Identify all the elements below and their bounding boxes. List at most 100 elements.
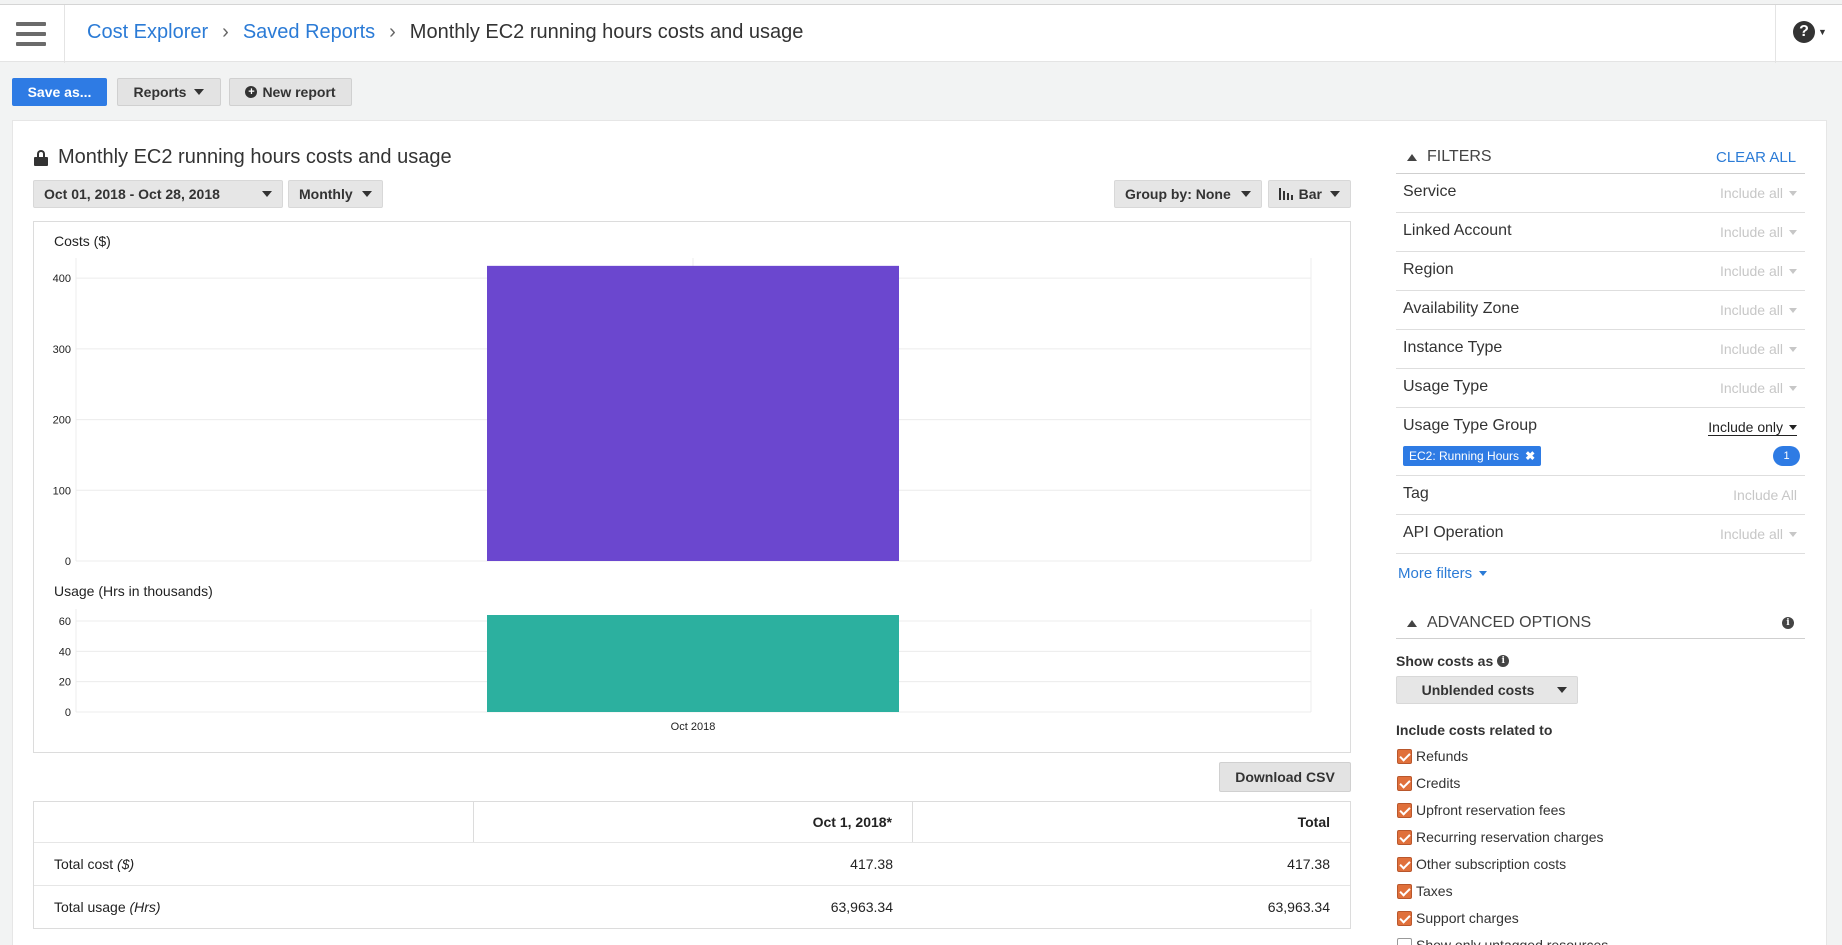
row-period-value: 63,963.34 xyxy=(830,899,893,915)
breadcrumb: Cost Explorer › Saved Reports › Monthly … xyxy=(87,21,803,44)
checkbox-credits[interactable]: Credits xyxy=(1397,774,1460,792)
checkbox[interactable] xyxy=(1397,775,1412,791)
filter-value-dropdown[interactable]: Include all xyxy=(1720,341,1797,357)
checkbox-untagged-only[interactable]: Show only untagged resources xyxy=(1397,936,1608,945)
caret-down-icon xyxy=(1241,191,1251,197)
filter-value-static[interactable]: Include All xyxy=(1733,487,1797,503)
breadcrumb-saved-reports[interactable]: Saved Reports xyxy=(243,21,375,44)
report-title-text: Monthly EC2 running hours costs and usag… xyxy=(58,146,452,168)
chevron-right-icon: › xyxy=(222,21,229,43)
row-unit: ($) xyxy=(117,856,135,872)
filter-value-dropdown[interactable]: Include all xyxy=(1720,302,1797,318)
filter-value-dropdown[interactable]: Include all xyxy=(1720,224,1797,240)
table-row: Total cost ($) 417.38 417.38 xyxy=(34,843,1350,886)
reports-label: Reports xyxy=(133,84,187,100)
filter-row-region[interactable]: Region Include all xyxy=(1396,252,1805,291)
new-report-label: New report xyxy=(262,84,336,100)
more-filters-label: More filters xyxy=(1398,565,1473,582)
caret-down-icon xyxy=(262,191,272,197)
help-menu[interactable]: ? ▼ xyxy=(1793,21,1827,43)
clear-all-link[interactable]: CLEAR ALL xyxy=(1716,149,1796,166)
info-icon[interactable]: i xyxy=(1782,617,1794,629)
group-by-dropdown[interactable]: Group by: None xyxy=(1114,180,1262,208)
checkbox-support-charges[interactable]: Support charges xyxy=(1397,909,1519,927)
download-csv-button[interactable]: Download CSV xyxy=(1219,762,1351,792)
checkbox-refunds[interactable]: Refunds xyxy=(1397,747,1468,765)
save-as-label: Save as... xyxy=(27,84,92,100)
filter-chip[interactable]: EC2: Running Hours ✖ xyxy=(1403,446,1542,466)
new-report-button[interactable]: + New report xyxy=(229,78,352,106)
y-tick-label: 100 xyxy=(53,485,71,497)
checkbox-recurring-charges[interactable]: Recurring reservation charges xyxy=(1397,828,1604,846)
show-costs-as-label: Show costs as i xyxy=(1396,653,1510,669)
filter-row-tag[interactable]: Tag Include All xyxy=(1396,476,1805,515)
y-tick-label: 20 xyxy=(59,677,71,689)
filter-value-dropdown[interactable]: Include only xyxy=(1708,419,1797,436)
filter-value: Include all xyxy=(1719,185,1783,201)
filter-row-usage-type[interactable]: Usage Type Include all xyxy=(1396,369,1805,408)
filter-value: Include all xyxy=(1719,341,1783,357)
filter-value: Include all xyxy=(1719,302,1783,318)
filter-value-dropdown[interactable]: Include all xyxy=(1720,526,1797,542)
filter-row-linked-account[interactable]: Linked Account Include all xyxy=(1396,213,1805,252)
checkbox-label: Credits xyxy=(1416,775,1461,791)
filter-value-dropdown[interactable]: Include all xyxy=(1720,185,1797,201)
checkbox[interactable] xyxy=(1397,748,1412,764)
chart-style-dropdown[interactable]: Bar xyxy=(1268,180,1351,208)
row-label-text: Total usage xyxy=(54,899,126,915)
checkbox-taxes[interactable]: Taxes xyxy=(1397,882,1453,900)
hamburger-menu-icon[interactable] xyxy=(16,22,46,46)
checkbox[interactable] xyxy=(1397,937,1412,945)
date-range-label: Oct 01, 2018 - Oct 28, 2018 xyxy=(44,186,220,202)
row-total-value: 417.38 xyxy=(1287,856,1330,872)
filter-value: Include all xyxy=(1719,526,1783,542)
breadcrumb-cost-explorer[interactable]: Cost Explorer xyxy=(87,21,208,44)
checkbox-label: Recurring reservation charges xyxy=(1416,829,1604,845)
chart-style-label: Bar xyxy=(1298,186,1322,202)
info-icon[interactable]: i xyxy=(1497,655,1510,667)
caret-down-icon xyxy=(1789,531,1797,537)
y-tick-label: 60 xyxy=(59,616,71,628)
filters-toggle[interactable]: FILTERS xyxy=(1407,148,1492,166)
caret-down-icon xyxy=(1789,346,1797,352)
advanced-options-toggle[interactable]: ADVANCED OPTIONS xyxy=(1407,614,1591,632)
caret-down-icon xyxy=(1479,571,1488,576)
filter-name: Tag xyxy=(1403,485,1429,502)
checkbox-other-subscription[interactable]: Other subscription costs xyxy=(1397,855,1566,873)
filter-row-api-operation[interactable]: API Operation Include all xyxy=(1396,515,1805,554)
granularity-dropdown[interactable]: Monthly xyxy=(288,180,383,208)
save-as-button[interactable]: Save as... xyxy=(12,78,107,106)
checkbox-upfront-fees[interactable]: Upfront reservation fees xyxy=(1397,801,1565,819)
reports-dropdown[interactable]: Reports xyxy=(117,78,221,106)
chart-title: Usage (Hrs in thousands) xyxy=(54,583,213,599)
help-icon[interactable]: ? xyxy=(1793,21,1815,43)
filter-value: Include All xyxy=(1733,487,1797,503)
checkbox[interactable] xyxy=(1397,856,1412,872)
filter-name: Usage Type xyxy=(1403,378,1489,395)
checkbox-label: Show only untagged resources xyxy=(1416,937,1609,945)
divider xyxy=(64,5,65,63)
chart-svg: Costs ($)0100200300400Usage (Hrs in thou… xyxy=(53,233,1312,733)
cost-type-label: Unblended costs xyxy=(1421,682,1535,698)
cost-bar xyxy=(487,265,899,561)
cost-type-dropdown[interactable]: Unblended costs xyxy=(1396,676,1578,704)
filter-value-dropdown[interactable]: Include all xyxy=(1720,380,1797,396)
checkbox[interactable] xyxy=(1397,883,1412,899)
include-costs-label: Include costs related to xyxy=(1396,722,1553,738)
checkbox-label: Taxes xyxy=(1416,883,1453,899)
filter-row-instance-type[interactable]: Instance Type Include all xyxy=(1396,330,1805,369)
filter-row-service[interactable]: Service Include all xyxy=(1396,174,1805,213)
divider xyxy=(1396,638,1805,639)
row-label: Total cost ($) xyxy=(34,843,474,885)
checkbox[interactable] xyxy=(1397,802,1412,818)
y-tick-label: 0 xyxy=(65,556,71,568)
row-label: Total usage (Hrs) xyxy=(34,886,474,928)
close-icon[interactable]: ✖ xyxy=(1525,449,1535,463)
filter-value-dropdown[interactable]: Include all xyxy=(1720,263,1797,279)
date-range-dropdown[interactable]: Oct 01, 2018 - Oct 28, 2018 xyxy=(33,180,283,208)
more-filters-link[interactable]: More filters xyxy=(1398,565,1488,582)
filter-name: Availability Zone xyxy=(1403,300,1520,317)
checkbox[interactable] xyxy=(1397,829,1412,845)
filter-row-availability-zone[interactable]: Availability Zone Include all xyxy=(1396,291,1805,330)
checkbox[interactable] xyxy=(1397,910,1412,926)
